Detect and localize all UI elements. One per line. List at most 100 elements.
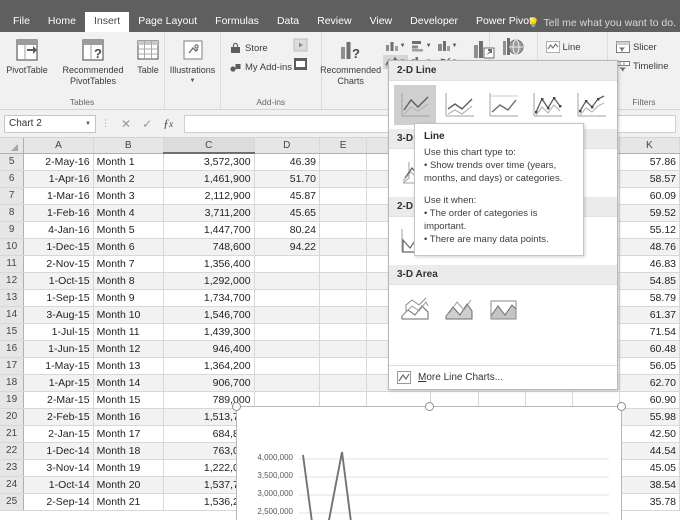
cell-d7[interactable]: 45.87 <box>254 187 321 205</box>
row-header[interactable]: 11 <box>0 255 25 273</box>
cell-a21[interactable]: 2-Jan-15 <box>23 425 94 443</box>
chevron-down-icon[interactable]: ▼ <box>452 43 458 49</box>
cell-b22[interactable]: Month 18 <box>93 442 164 460</box>
row-header[interactable]: 5 <box>0 153 25 171</box>
cell-e16[interactable] <box>319 340 368 358</box>
cell-k23[interactable]: 45.05 <box>619 459 680 477</box>
timeline-button[interactable]: Timeline <box>613 59 672 73</box>
cell-b8[interactable]: Month 4 <box>93 204 164 222</box>
row-header[interactable]: 18 <box>0 374 25 392</box>
cell-a13[interactable]: 1-Sep-15 <box>23 289 94 307</box>
cell-k21[interactable]: 42.50 <box>619 425 680 443</box>
row-header[interactable]: 10 <box>0 238 25 256</box>
cell-d14[interactable] <box>254 306 321 324</box>
cell-c10[interactable]: 748,600 <box>162 238 255 256</box>
tell-me-box[interactable]: 💡 Tell me what you want to do. <box>527 17 676 29</box>
gallery-item-3d-area[interactable] <box>394 289 436 329</box>
cell-d12[interactable] <box>254 272 321 290</box>
cell-b12[interactable]: Month 8 <box>93 272 164 290</box>
cell-a15[interactable]: 1-Jul-15 <box>23 323 94 341</box>
cell-e8[interactable] <box>319 204 368 222</box>
cell-a17[interactable]: 1-May-15 <box>23 357 94 375</box>
cell-a12[interactable]: 1-Oct-15 <box>23 272 94 290</box>
cell-k12[interactable]: 54.85 <box>619 272 680 290</box>
column-chart-button[interactable]: ▼ <box>383 39 408 53</box>
cell-e11[interactable] <box>319 255 368 273</box>
cell-k15[interactable]: 71.54 <box>619 323 680 341</box>
cell-e9[interactable] <box>319 221 368 239</box>
gallery-item-100-stacked-line[interactable] <box>482 85 524 125</box>
cell-k18[interactable]: 62.70 <box>619 374 680 392</box>
column-header-d[interactable]: D <box>254 138 321 154</box>
cell-e10[interactable] <box>319 238 368 256</box>
row-header[interactable]: 25 <box>0 493 25 511</box>
row-header[interactable]: 6 <box>0 170 25 188</box>
cell-a22[interactable]: 1-Dec-14 <box>23 442 94 460</box>
cell-c5[interactable]: 3,572,300 <box>162 153 255 171</box>
row-header[interactable]: 8 <box>0 204 25 222</box>
cell-k7[interactable]: 60.09 <box>619 187 680 205</box>
cell-b11[interactable]: Month 7 <box>93 255 164 273</box>
cell-c18[interactable]: 906,700 <box>162 374 255 392</box>
cell-c11[interactable]: 1,356,400 <box>162 255 255 273</box>
column-header-a[interactable]: A <box>23 138 94 154</box>
cell-c16[interactable]: 946,400 <box>162 340 255 358</box>
cell-b9[interactable]: Month 5 <box>93 221 164 239</box>
sparkline-line-button[interactable]: Line <box>543 40 584 54</box>
cell-a9[interactable]: 4-Jan-16 <box>23 221 94 239</box>
cell-a8[interactable]: 1-Feb-16 <box>23 204 94 222</box>
cell-b24[interactable]: Month 20 <box>93 476 164 494</box>
pivottable-button[interactable]: PivotTable <box>0 35 56 76</box>
cell-b15[interactable]: Month 11 <box>93 323 164 341</box>
cell-k22[interactable]: 44.54 <box>619 442 680 460</box>
cell-k19[interactable]: 60.90 <box>619 391 680 409</box>
cell-a18[interactable]: 1-Apr-15 <box>23 374 94 392</box>
bar-chart-button[interactable]: ▼ <box>409 39 434 53</box>
cell-b5[interactable]: Month 1 <box>93 153 164 171</box>
cell-a10[interactable]: 1-Dec-15 <box>23 238 94 256</box>
cell-e6[interactable] <box>319 170 368 188</box>
row-header[interactable]: 24 <box>0 476 25 494</box>
row-header[interactable]: 21 <box>0 425 25 443</box>
row-header[interactable]: 19 <box>0 391 25 409</box>
cell-c12[interactable]: 1,292,000 <box>162 272 255 290</box>
hierarchy-chart-button[interactable]: ▼ <box>435 39 460 53</box>
cell-k5[interactable]: 57.86 <box>619 153 680 171</box>
cell-d10[interactable]: 94.22 <box>254 238 321 256</box>
gallery-item-line[interactable] <box>394 85 436 125</box>
formula-bar-grip[interactable]: ⋮ <box>101 118 110 129</box>
select-all-corner[interactable] <box>0 138 25 154</box>
recommended-pivottables-button[interactable]: ? Recommended PivotTables <box>58 35 128 87</box>
cell-k14[interactable]: 61.37 <box>619 306 680 324</box>
row-header[interactable]: 13 <box>0 289 25 307</box>
cell-k11[interactable]: 46.83 <box>619 255 680 273</box>
cell-a16[interactable]: 1-Jun-15 <box>23 340 94 358</box>
tab-data[interactable]: Data <box>268 12 308 32</box>
cell-b18[interactable]: Month 14 <box>93 374 164 392</box>
cell-k13[interactable]: 58.79 <box>619 289 680 307</box>
cell-b13[interactable]: Month 9 <box>93 289 164 307</box>
cell-c9[interactable]: 1,447,700 <box>162 221 255 239</box>
cell-e17[interactable] <box>319 357 368 375</box>
cell-b16[interactable]: Month 12 <box>93 340 164 358</box>
addin-play-icon[interactable] <box>293 38 308 52</box>
name-box[interactable]: Chart 2 ▼ <box>4 114 96 133</box>
gallery-item-line-with-markers[interactable] <box>526 85 568 125</box>
gallery-item-stacked-line-with-markers[interactable] <box>570 85 612 125</box>
cell-a23[interactable]: 3-Nov-14 <box>23 459 94 477</box>
tab-page-layout[interactable]: Page Layout <box>129 12 206 32</box>
cell-d5[interactable]: 46.39 <box>254 153 321 171</box>
cell-d17[interactable] <box>254 357 321 375</box>
cell-c14[interactable]: 1,546,700 <box>162 306 255 324</box>
cell-e12[interactable] <box>319 272 368 290</box>
cell-k8[interactable]: 59.52 <box>619 204 680 222</box>
tab-insert[interactable]: Insert <box>84 12 130 32</box>
row-header[interactable]: 12 <box>0 272 25 290</box>
gallery-item-stacked-line[interactable] <box>438 85 480 125</box>
cell-k17[interactable]: 56.05 <box>619 357 680 375</box>
cell-a24[interactable]: 1-Oct-14 <box>23 476 94 494</box>
chevron-down-icon[interactable]: ▼ <box>426 43 432 49</box>
cell-a25[interactable]: 2-Sep-14 <box>23 493 94 511</box>
cell-k10[interactable]: 48.76 <box>619 238 680 256</box>
cell-a14[interactable]: 3-Aug-15 <box>23 306 94 324</box>
